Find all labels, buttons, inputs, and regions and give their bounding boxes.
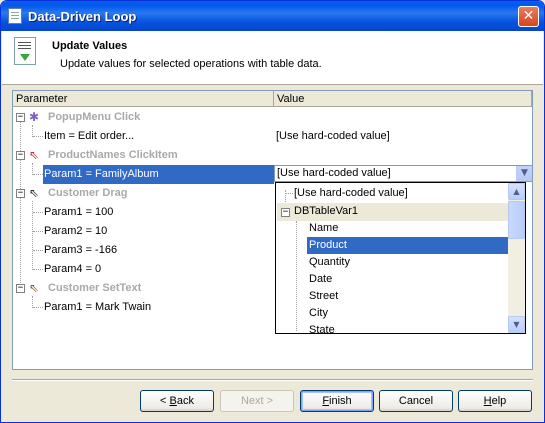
popup-menu-icon: ✱	[28, 110, 40, 124]
param-row[interactable]: Item = Edit order... [Use hard-coded val…	[13, 127, 532, 146]
settext-icon: ⇖	[28, 281, 40, 295]
value-combobox[interactable]: [Use hard-coded value] ▼	[274, 165, 533, 182]
help-button[interactable]: Help	[458, 390, 532, 412]
collapse-icon[interactable]: −	[16, 284, 25, 293]
dropdown-group-label: DBTableVar1	[294, 205, 358, 217]
group-label: Customer SetText	[48, 282, 142, 294]
param-name: Param1 = 100	[44, 206, 114, 218]
param-name-selected: Param1 = FamilyAlbum	[43, 165, 274, 184]
param-name: Item = Edit order...	[44, 130, 135, 142]
next-button[interactable]: Next >	[220, 390, 294, 412]
dialog-window: Data-Driven Loop ✕ Update Values Update …	[0, 0, 545, 423]
click-cursor-icon: ⇖	[28, 148, 40, 162]
param-name: Param1 = Mark Twain	[44, 301, 152, 313]
param-name: Param2 = 10	[44, 225, 108, 237]
cancel-button[interactable]: Cancel	[379, 390, 453, 412]
drag-cursor-icon: ⇖	[28, 186, 40, 200]
finish-button[interactable]: Finish	[300, 390, 374, 412]
group-label: ProductNames ClickItem	[48, 149, 178, 161]
chevron-down-icon[interactable]: ▼	[516, 166, 532, 181]
collapse-icon[interactable]: −	[281, 208, 290, 217]
dropdown-item[interactable]: Quantity	[309, 254, 350, 271]
param-name: Param3 = -166	[44, 244, 118, 256]
param-name: Param4 = 0	[44, 263, 102, 275]
title-bar[interactable]: Data-Driven Loop ✕	[1, 1, 544, 31]
column-header-value[interactable]: Value	[274, 91, 532, 107]
scroll-thumb[interactable]	[508, 201, 525, 239]
footer-separator	[12, 379, 533, 381]
dropdown-scrollbar[interactable]: ▲ ▼	[508, 183, 525, 333]
dropdown-item[interactable]: Date	[309, 271, 332, 288]
group-label: PopupMenu Click	[48, 111, 141, 123]
dropdown-item[interactable]: State	[309, 322, 335, 333]
dropdown-group[interactable]: − DBTableVar1	[277, 203, 509, 221]
window-title: Data-Driven Loop	[28, 9, 137, 24]
param-value[interactable]: [Use hard-coded value]	[276, 127, 390, 146]
group-row[interactable]: − ✱ PopupMenu Click	[13, 108, 532, 127]
dropdown-item[interactable]: Name	[309, 220, 338, 237]
app-icon	[8, 8, 22, 24]
group-label: Customer Drag	[48, 187, 128, 199]
combo-value: [Use hard-coded value]	[277, 167, 391, 179]
collapse-icon[interactable]: −	[16, 151, 25, 160]
collapse-icon[interactable]: −	[16, 189, 25, 198]
dropdown-item[interactable]: City	[309, 305, 328, 322]
dropdown-item[interactable]: [Use hard-coded value]	[294, 185, 408, 202]
page-title: Update Values	[52, 40, 128, 52]
update-document-icon	[14, 37, 36, 65]
value-dropdown-list[interactable]: [Use hard-coded value] − DBTableVar1 Nam…	[275, 182, 526, 334]
back-button[interactable]: < Back	[140, 390, 214, 412]
dropdown-item[interactable]: Street	[309, 288, 338, 305]
close-button[interactable]: ✕	[518, 6, 539, 27]
group-row[interactable]: − ⇖ ProductNames ClickItem	[13, 146, 532, 165]
scroll-up-icon[interactable]: ▲	[508, 183, 525, 200]
dropdown-item-selected[interactable]: Product	[307, 237, 508, 254]
page-subtitle: Update values for selected operations wi…	[60, 58, 322, 70]
collapse-icon[interactable]: −	[16, 113, 25, 122]
scroll-down-icon[interactable]: ▼	[508, 316, 525, 333]
wizard-header: Update Values Update values for selected…	[2, 31, 543, 85]
column-header-parameter[interactable]: Parameter	[13, 91, 274, 107]
